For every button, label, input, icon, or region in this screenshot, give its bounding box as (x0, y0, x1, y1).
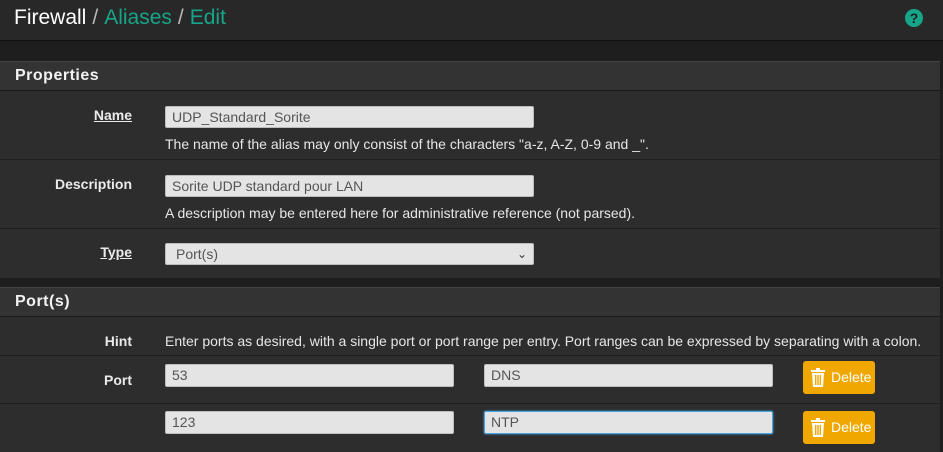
chevron-down-icon: ⌄ (516, 247, 527, 261)
port-input[interactable]: 123 (165, 411, 454, 434)
description-label: Description (54, 176, 132, 192)
port-label: Port (104, 372, 132, 388)
type-select-value: Port(s) (176, 246, 218, 262)
name-input[interactable]: UDP_Standard_Sorite (165, 106, 534, 128)
hint-label: Hint (104, 333, 132, 349)
name-help-text: The name of the alias may only consist o… (165, 136, 649, 152)
type-label: Type (100, 244, 132, 260)
port-description-input[interactable]: DNS (484, 364, 773, 387)
top-bar: Firewall / Aliases / Edit ? (0, 0, 943, 41)
delete-button-label: Delete (831, 369, 872, 385)
help-icon[interactable]: ? (905, 9, 923, 27)
description-help-text: A description may be entered here for ad… (165, 205, 636, 221)
trash-icon (811, 368, 825, 387)
description-row: Description Sorite UDP standard pour LAN… (0, 160, 940, 229)
delete-button[interactable]: Delete (803, 361, 875, 394)
port-entry-row: Port 53 DNS Delete (0, 356, 940, 404)
type-select[interactable]: Port(s) ⌄ (165, 243, 534, 265)
breadcrumb: Firewall / Aliases / Edit (14, 6, 226, 30)
name-label: Name (93, 107, 132, 123)
panel-title: Port(s) (0, 287, 940, 317)
port-input[interactable]: 53 (165, 364, 454, 387)
breadcrumb-aliases-link[interactable]: Aliases (104, 6, 172, 29)
trash-icon (811, 418, 825, 437)
panel-title: Properties (0, 61, 940, 91)
hint-text: Enter ports as desired, with a single po… (165, 333, 922, 349)
ports-panel: Port(s) Hint Enter ports as desired, wit… (0, 287, 940, 452)
description-input[interactable]: Sorite UDP standard pour LAN (165, 175, 534, 197)
breadcrumb-edit-link[interactable]: Edit (190, 6, 226, 29)
breadcrumb-separator: / (92, 6, 99, 29)
properties-panel: Properties Name UDP_Standard_Sorite The … (0, 61, 940, 278)
delete-button-label: Delete (831, 419, 872, 435)
name-row: Name UDP_Standard_Sorite The name of the… (0, 91, 940, 160)
type-row: Type Port(s) ⌄ (0, 229, 940, 278)
port-description-input[interactable]: NTP (484, 411, 773, 434)
breadcrumb-firewall: Firewall (14, 6, 87, 29)
breadcrumb-separator: / (177, 6, 184, 29)
delete-button[interactable]: Delete (803, 411, 875, 444)
port-entry-row: 123 NTP Delete (0, 404, 940, 452)
hint-row: Hint Enter ports as desired, with a sing… (0, 317, 940, 356)
